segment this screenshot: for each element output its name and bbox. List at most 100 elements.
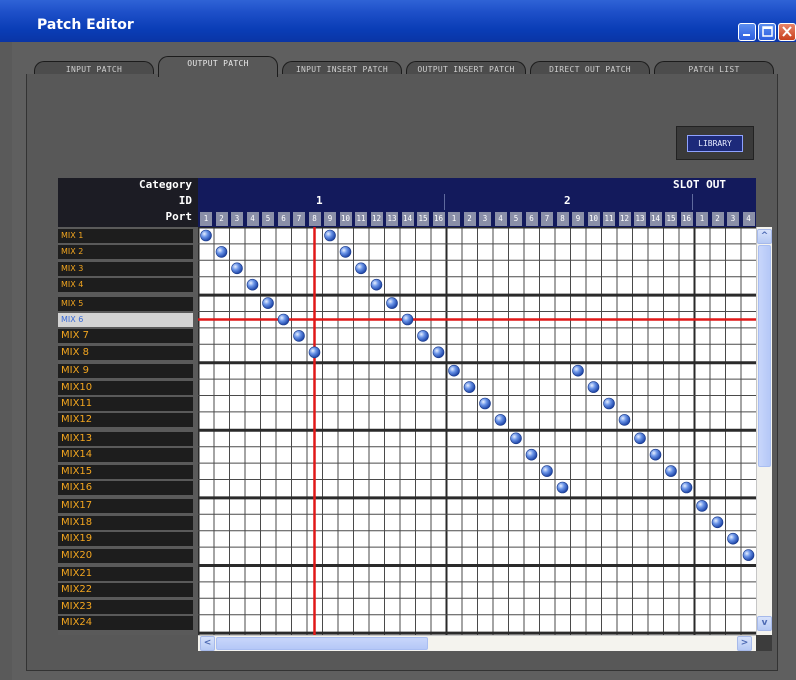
port-header: 4 <box>494 212 507 226</box>
vertical-scroll-thumb[interactable] <box>758 245 771 467</box>
port-header: 3 <box>479 212 491 226</box>
id-label: ID <box>178 194 192 207</box>
row-label[interactable]: MIX13 <box>58 431 193 446</box>
patch-dot <box>742 549 755 561</box>
row-label[interactable]: MIX 6 <box>58 313 193 327</box>
port-header: 1 <box>200 212 212 226</box>
patch-dot <box>649 448 662 461</box>
row-label[interactable]: MIX21 <box>58 567 193 581</box>
scrollbar-corner <box>756 635 772 651</box>
patch-dot <box>246 278 259 291</box>
scroll-right-icon[interactable]: > <box>737 636 752 651</box>
row-label[interactable]: MIX19 <box>58 532 193 547</box>
patch-dot <box>417 330 429 342</box>
patch-dot <box>727 532 739 545</box>
row-label[interactable]: MIX14 <box>58 448 193 463</box>
library-button[interactable]: LIBRARY <box>687 135 743 152</box>
row-label[interactable]: MIX 3 <box>58 261 193 276</box>
row-label[interactable]: MIX18 <box>58 515 193 530</box>
patch-dot <box>696 500 708 512</box>
row-label[interactable]: MIX17 <box>58 499 193 514</box>
horizontal-scroll-thumb[interactable] <box>216 637 428 650</box>
slot-id-1: 1 <box>316 194 323 207</box>
port-header: 7 <box>541 212 553 226</box>
port-header: 11 <box>603 212 615 226</box>
patch-dot <box>680 481 693 494</box>
patch-dot <box>339 246 352 258</box>
patch-dot <box>355 262 367 275</box>
row-label[interactable]: MIX15 <box>58 464 193 479</box>
port-header: 3 <box>727 212 739 226</box>
close-icon[interactable] <box>778 23 796 41</box>
patch-dot <box>324 229 336 242</box>
port-header: 15 <box>417 212 429 226</box>
patch-dot <box>587 381 600 393</box>
slot-separator <box>444 194 445 210</box>
patch-dot <box>448 364 460 377</box>
row-label[interactable]: MIX22 <box>58 583 193 598</box>
patch-dot <box>463 381 476 393</box>
maximize-icon[interactable] <box>758 23 776 41</box>
row-label[interactable]: MIX12 <box>58 413 193 428</box>
port-header: 13 <box>386 212 398 226</box>
slot-id-2: 2 <box>564 194 571 207</box>
scroll-down-icon[interactable]: v <box>757 616 772 631</box>
port-header: 12 <box>370 212 383 226</box>
window-title: Patch Editor <box>37 17 134 33</box>
row-label[interactable]: MIX10 <box>58 380 193 395</box>
row-label[interactable]: MIX 2 <box>58 245 193 260</box>
patch-dot <box>262 297 274 309</box>
port-header: 6 <box>277 212 290 226</box>
slot-separator <box>692 194 693 210</box>
row-label[interactable]: MIX 5 <box>58 296 193 311</box>
port-header: 1 <box>448 212 460 226</box>
row-label[interactable]: MIX 1 <box>58 229 193 243</box>
port-header: 5 <box>262 212 274 226</box>
port-header: 14 <box>401 212 414 226</box>
patch-matrix[interactable] <box>198 227 756 635</box>
port-header: 8 <box>308 212 321 226</box>
patch-dot <box>432 346 445 359</box>
patch-dot <box>386 297 398 309</box>
port-header: 5 <box>510 212 522 226</box>
row-label[interactable]: MIX11 <box>58 397 193 411</box>
scroll-up-icon[interactable]: ^ <box>757 229 772 244</box>
port-header: 16 <box>680 212 693 226</box>
port-header: 2 <box>463 212 476 226</box>
title-bar[interactable]: Patch Editor <box>0 0 796 42</box>
row-label[interactable]: MIX 4 <box>58 278 193 293</box>
horizontal-scrollbar[interactable]: < > <box>198 635 756 651</box>
patch-dot <box>479 397 491 410</box>
row-label[interactable]: MIX20 <box>58 548 193 563</box>
port-header: 7 <box>293 212 305 226</box>
category-slot-out: SLOT OUT <box>673 178 726 191</box>
vertical-scrollbar[interactable]: ^ v <box>756 227 772 635</box>
library-frame: LIBRARY <box>676 126 754 160</box>
tab-strip: INPUT PATCH OUTPUT PATCH INPUT INSERT PA… <box>26 56 786 77</box>
port-header: 9 <box>572 212 584 226</box>
patch-dot <box>634 432 646 445</box>
patch-dot <box>293 330 305 342</box>
patch-dot <box>541 465 553 477</box>
row-label[interactable]: MIX 7 <box>58 329 193 344</box>
row-label[interactable]: MIX23 <box>58 599 193 614</box>
tab-output-patch[interactable]: OUTPUT PATCH <box>158 56 278 77</box>
minimize-icon[interactable] <box>738 23 756 41</box>
row-label[interactable]: MIX 8 <box>58 345 193 360</box>
port-header: 4 <box>246 212 259 226</box>
matrix-row-labels: MIX 1 MIX 2 MIX 3 MIX 4 MIX 5 MIX 6 MIX 7 MIX 8… <box>58 227 198 635</box>
row-label[interactable]: MIX 9 <box>58 364 193 379</box>
patch-grid[interactable] <box>198 227 756 635</box>
patch-dot <box>308 346 321 359</box>
port-header: 9 <box>324 212 336 226</box>
port-header: 10 <box>587 212 600 226</box>
patch-dot <box>525 448 538 461</box>
port-header: 10 <box>339 212 352 226</box>
row-label[interactable]: MIX16 <box>58 481 193 495</box>
scroll-left-icon[interactable]: < <box>200 636 215 651</box>
patch-dot <box>556 481 569 494</box>
row-label[interactable]: MIX24 <box>58 616 193 631</box>
patch-dot <box>401 313 414 326</box>
matrix-header-labels: Category ID Port <box>58 178 198 227</box>
patch-editor-window: Patch Editor INPUT PATCH OUTPUT PATCH IN… <box>0 0 796 680</box>
